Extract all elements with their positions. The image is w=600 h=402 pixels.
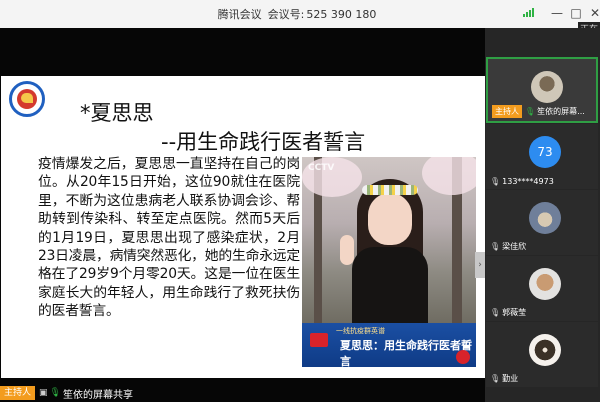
participant-name: 郭薇莹 [502, 308, 527, 317]
presenter-bar: 主持人 ▣ 🎙 笙依的屏幕共享 [0, 384, 133, 402]
participant-name: 勤业 [502, 374, 519, 383]
avatar [529, 268, 561, 300]
participant-name: 梁佳欣 [502, 242, 527, 251]
news-logo-icon [310, 333, 328, 347]
avatar: 73 [529, 136, 561, 168]
presenter-name: 笙依的屏幕共享 [62, 389, 133, 401]
caption-program: 一线抗疫群英谱 [336, 327, 385, 335]
participant-tile[interactable]: 主持人 🎙 笙依的屏幕... [486, 57, 598, 123]
participant-name: 133****4973 [502, 177, 554, 186]
slide-subtitle: --用生命践行医者誓言 [161, 130, 366, 154]
host-tag: 主持人 [0, 386, 36, 400]
mic-off-icon: 🎙 [490, 308, 501, 317]
mic-off-icon: 🎙 [490, 374, 501, 383]
participant-tile[interactable]: 🎙 勤业 [486, 322, 598, 387]
participant-tile[interactable]: 🎙 郭薇莹 [486, 256, 598, 321]
news-photo: CCTV [302, 157, 476, 323]
slide-title: *夏思思 [80, 101, 154, 125]
mic-on-icon: 🎙 [525, 107, 536, 116]
party-emblem-icon [456, 350, 470, 364]
mic-off-icon: 🎙 [490, 242, 501, 251]
slide-body-text: 疫情爆发之后，夏思思一直坚持在自己的岗位。从20年15日开始，这位90就住在医院… [38, 156, 300, 320]
minimize-button[interactable]: — [547, 4, 567, 22]
participant-tile[interactable]: 73 🎙 133****4973 [486, 124, 598, 189]
maximize-button[interactable]: □ [566, 4, 586, 22]
hospital-logo-icon [9, 81, 45, 117]
signal-icon [518, 4, 538, 22]
close-button[interactable]: ✕ [585, 4, 600, 22]
cctv-watermark: CCTV [308, 163, 335, 173]
title-bar: 腾讯会议 会议号: 525 390 180 — □ ✕ [0, 0, 600, 28]
meeting-id: 525 390 180 [306, 8, 377, 21]
avatar [529, 334, 561, 366]
host-tag: 主持人 [492, 105, 522, 118]
news-caption: 一线抗疫群英谱 夏思思：用生命践行医者誓言 [302, 323, 476, 368]
app-name: 腾讯会议 [217, 8, 262, 21]
avatar [531, 71, 563, 103]
chevron-right-icon[interactable]: › [475, 252, 485, 278]
presentation-slide: *夏思思 --用生命践行医者誓言 疫情爆发之后，夏思思一直坚持在自己的岗位。从2… [1, 76, 485, 378]
participant-name: 笙依的屏幕... [537, 107, 585, 116]
participants-panel: 主持人 🎙 笙依的屏幕... 73 🎙 133****4973 🎙 梁佳欣 🎙 … [485, 28, 600, 402]
mic-off-icon: 🎙 [490, 177, 501, 186]
meeting-title: 腾讯会议 会议号: 525 390 180 [0, 6, 600, 22]
participant-tile[interactable]: 🎙 梁佳欣 [486, 190, 598, 255]
meeting-id-label: 会议号: [267, 8, 305, 21]
caption-headline: 夏思思：用生命践行医者誓言 [340, 339, 472, 368]
avatar [529, 202, 561, 234]
screen-share-icon: ▣ [39, 388, 48, 398]
shared-screen-area: *夏思思 --用生命践行医者誓言 疫情爆发之后，夏思思一直坚持在自己的岗位。从2… [0, 28, 485, 402]
mic-on-icon: 🎙 [49, 388, 61, 398]
